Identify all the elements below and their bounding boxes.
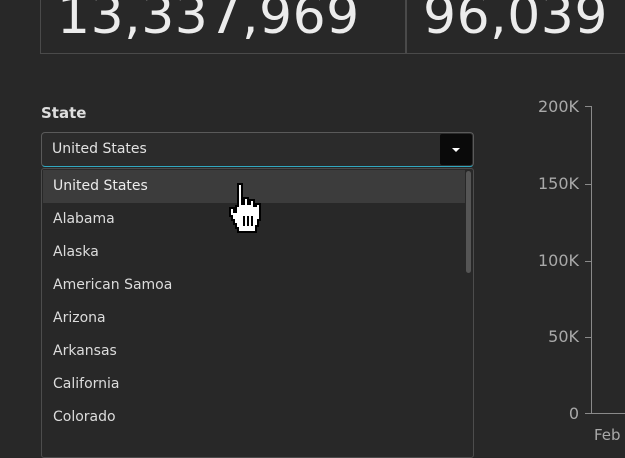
x-axis-line: [591, 413, 625, 414]
y-tick-label: 50K: [548, 327, 579, 346]
state-option-arizona[interactable]: Arizona: [43, 302, 465, 335]
y-tick-label: 0: [568, 404, 579, 423]
state-option-colorado[interactable]: Colorado: [43, 401, 465, 434]
y-tick-label: 100K: [537, 251, 579, 270]
y-tick-label: 200K: [537, 97, 579, 116]
hand-pointer-icon: [229, 183, 261, 233]
caret-down-icon: [452, 148, 460, 152]
state-option-alaska[interactable]: Alaska: [43, 236, 465, 269]
dropdown-scrollbar[interactable]: [466, 171, 471, 273]
y-axis-line: [591, 106, 592, 414]
state-option-california[interactable]: California: [43, 368, 465, 401]
cases-stat-card: 13,337,969: [40, 0, 406, 54]
dropdown-toggle-button[interactable]: [440, 134, 472, 165]
y-tick-label: 150K: [537, 174, 579, 193]
state-filter-label: State: [41, 104, 87, 122]
state-select[interactable]: United States: [41, 132, 474, 167]
deaths-stat-value: 96,039: [423, 0, 608, 46]
state-option-american-samoa[interactable]: American Samoa: [43, 269, 465, 302]
cases-stat-value: 13,337,969: [57, 0, 360, 46]
x-tick-label: Feb: [594, 426, 621, 444]
deaths-stat-card: 96,039: [406, 0, 625, 54]
state-option-arkansas[interactable]: Arkansas: [43, 335, 465, 368]
state-select-value: United States: [52, 141, 147, 157]
